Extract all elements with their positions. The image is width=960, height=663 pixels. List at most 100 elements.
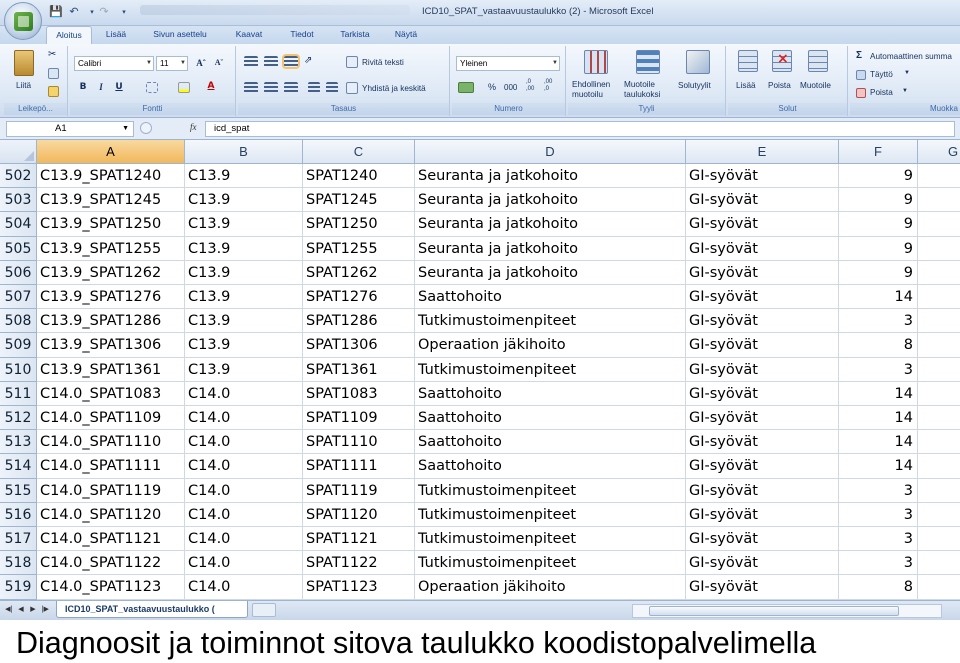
name-box[interactable]: A1 ▼ [6,121,134,137]
cell-b[interactable]: C14.0 [185,381,303,406]
cell-c[interactable]: SPAT1262 [303,260,415,285]
row-header[interactable]: 508 [0,309,37,334]
paste-icon[interactable] [14,50,34,76]
cell-a[interactable]: C14.0_SPAT1110 [37,430,185,455]
cell-g[interactable] [918,188,960,213]
cell-f[interactable]: 3 [839,357,918,382]
grow-font-icon[interactable]: Aˆ [194,56,208,70]
cell-e[interactable]: GI-syövät [686,406,839,431]
cell-f[interactable]: 3 [839,309,918,334]
cell-f[interactable]: 3 [839,478,918,503]
cell-a[interactable]: C13.9_SPAT1306 [37,333,185,358]
cell-c[interactable]: SPAT1083 [303,381,415,406]
cell-b[interactable]: C14.0 [185,430,303,455]
cell-a[interactable]: C13.9_SPAT1240 [37,164,185,189]
cell-c[interactable]: SPAT1255 [303,236,415,261]
cell-a[interactable]: C14.0_SPAT1121 [37,527,185,552]
row-header[interactable]: 517 [0,527,37,552]
cell-e[interactable]: GI-syövät [686,478,839,503]
cell-a[interactable]: C13.9_SPAT1262 [37,260,185,285]
percent-button[interactable]: % [488,82,496,93]
conditional-formatting-button[interactable]: Ehdollinen muotoilu [572,80,626,100]
increase-decimal-icon[interactable]: ,0,00 [526,79,534,93]
insert-function-button[interactable]: fx [190,122,197,132]
cell-b[interactable]: C14.0 [185,502,303,527]
cell-e[interactable]: GI-syövät [686,333,839,358]
cell-d[interactable]: Seuranta ja jatkohoito [415,260,686,285]
format-as-table-button[interactable]: Muotoile taulukoksi [624,80,676,100]
row-header[interactable]: 509 [0,333,37,358]
cell-c[interactable]: SPAT1286 [303,309,415,334]
column-header-a[interactable]: A [37,140,185,164]
row-header[interactable]: 504 [0,212,37,237]
office-button[interactable] [4,2,42,40]
italic-button[interactable]: I [94,80,108,94]
thousands-button[interactable]: 000 [504,82,517,93]
cell-c[interactable]: SPAT1111 [303,454,415,479]
cell-d[interactable]: Saattohoito [415,454,686,479]
font-color-icon[interactable]: A [204,79,218,93]
align-middle-icon[interactable] [264,56,278,67]
cell-d[interactable]: Operaation jäkihoito [415,333,686,358]
insert-cells-button[interactable]: Lisää [736,80,756,91]
cell-c[interactable]: SPAT1276 [303,285,415,310]
cell-styles-button[interactable]: Solutyylit [678,80,711,91]
save-icon[interactable]: 💾 [48,4,64,20]
align-center-icon[interactable] [264,82,278,93]
tab-kaavat[interactable]: Kaavat [226,26,272,44]
last-sheet-icon[interactable]: |▶ [40,605,50,613]
cell-d[interactable]: Saattohoito [415,285,686,310]
underline-button[interactable]: U [112,80,126,94]
cell-g[interactable] [918,454,960,479]
cell-c[interactable]: SPAT1240 [303,164,415,189]
cell-d[interactable]: Seuranta ja jatkohoito [415,164,686,189]
cell-d[interactable]: Seuranta ja jatkohoito [415,212,686,237]
cell-a[interactable]: C14.0_SPAT1111 [37,454,185,479]
cell-g[interactable] [918,479,960,503]
cell-g[interactable] [918,551,960,576]
bold-button[interactable]: B [76,80,90,94]
row-header[interactable]: 515 [0,478,37,503]
cell-c[interactable]: SPAT1109 [303,406,415,431]
font-name-combo[interactable]: Calibri ▼ [74,56,154,71]
cell-b[interactable]: C13.9 [185,260,303,285]
cell-d[interactable]: Tutkimustoimenpiteet [415,502,686,527]
fill-button[interactable]: Täyttö [870,69,893,80]
cell-f[interactable]: 3 [839,527,918,552]
cell-b[interactable]: C13.9 [185,212,303,237]
cell-d[interactable]: Saattohoito [415,406,686,431]
currency-icon[interactable] [458,82,474,93]
cell-g[interactable] [918,406,960,431]
column-header-e[interactable]: E [686,140,839,164]
cell-f[interactable]: 8 [839,333,918,358]
increase-indent-icon[interactable] [326,82,338,93]
number-format-combo[interactable]: Yleinen ▼ [456,56,560,71]
align-left-icon[interactable] [244,82,258,93]
cell-g[interactable] [918,309,960,334]
tab-aloitus[interactable]: Aloitus [46,26,92,44]
cell-b[interactable]: C13.9 [185,357,303,382]
row-header[interactable]: 511 [0,381,37,406]
cell-d[interactable]: Tutkimustoimenpiteet [415,551,686,576]
format-painter-icon[interactable] [48,86,59,97]
cell-e[interactable]: GI-syövät [686,575,839,600]
cell-c[interactable]: SPAT1120 [303,502,415,527]
format-cells-button[interactable]: Muotoile [800,80,831,91]
align-top-icon[interactable] [244,56,258,67]
cell-c[interactable]: SPAT1250 [303,212,415,237]
cell-d[interactable]: Tutkimustoimenpiteet [415,357,686,382]
cell-f[interactable]: 14 [839,381,918,406]
cell-a[interactable]: C13.9_SPAT1245 [37,188,185,213]
cell-c[interactable]: SPAT1122 [303,551,415,576]
cell-f[interactable]: 9 [839,260,918,285]
clear-button[interactable]: Poista [870,87,893,98]
cell-b[interactable]: C14.0 [185,406,303,431]
fill-color-icon[interactable] [178,82,190,93]
prev-sheet-icon[interactable]: ◀ [16,605,26,613]
tab-tarkista[interactable]: Tarkista [330,26,380,44]
decrease-indent-icon[interactable] [308,82,320,93]
cell-f[interactable]: 8 [839,575,918,600]
cell-a[interactable]: C14.0_SPAT1122 [37,551,185,576]
cell-a[interactable]: C14.0_SPAT1109 [37,406,185,431]
sheet-tab-active[interactable]: ICD10_SPAT_vastaavuustaulukko ( [56,601,248,618]
